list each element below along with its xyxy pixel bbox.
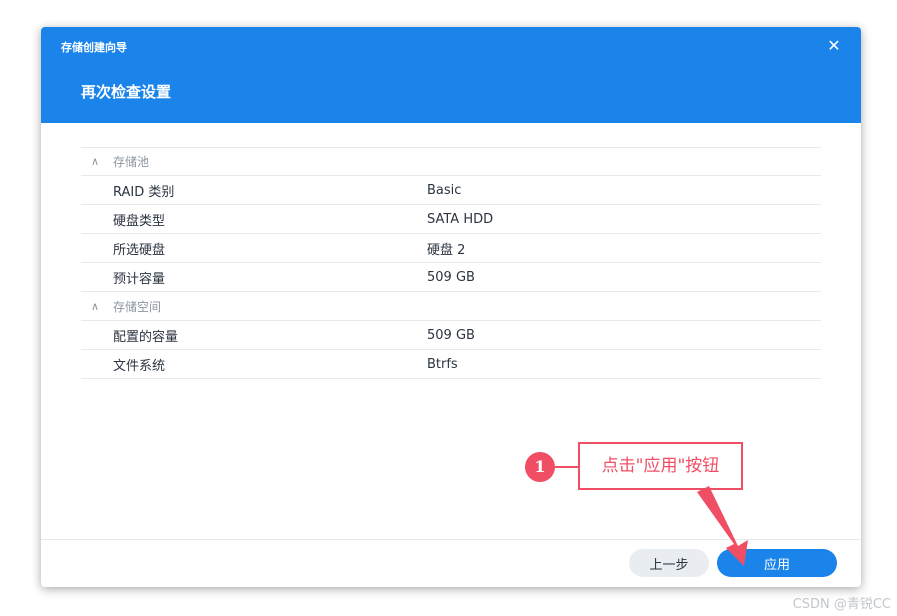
annotation-arrow-icon xyxy=(697,486,748,566)
watermark: CSDN @青锐CC xyxy=(792,597,891,612)
